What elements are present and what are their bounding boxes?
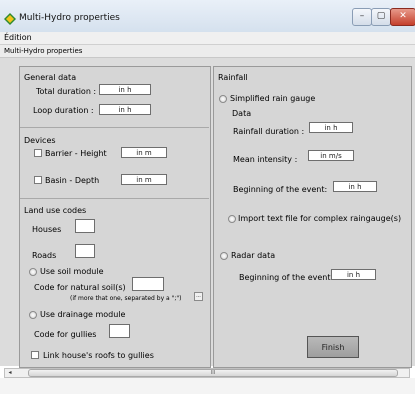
rainfall-duration-label: Rainfall duration :: [233, 127, 305, 136]
import-file-label: Import text file for complex raingauge(s…: [238, 214, 402, 223]
mean-intensity-label: Mean intensity :: [233, 155, 298, 164]
scroll-left-arrow-icon[interactable]: ◂: [5, 369, 15, 377]
link-roofs-checkbox[interactable]: [31, 351, 39, 359]
bottom-strip: [0, 378, 415, 394]
houses-label: Houses: [32, 225, 62, 234]
app-icon: [4, 13, 16, 25]
section-divider: [20, 198, 209, 199]
scrollbar-thumb[interactable]: III: [28, 369, 398, 377]
natural-soil-label: Code for natural soil(s): [34, 283, 126, 292]
soil-module-label: Use soil module: [40, 267, 104, 276]
beginning-event-label: Beginning of the event:: [233, 185, 328, 194]
loop-duration-label: Loop duration :: [33, 106, 94, 115]
close-button[interactable]: ✕: [390, 8, 415, 26]
houses-input[interactable]: [75, 219, 95, 233]
drainage-module-radio[interactable]: [29, 311, 37, 319]
radar-data-label: Radar data: [231, 251, 276, 260]
window-title: Multi-Hydro properties: [19, 13, 120, 23]
barrier-checkbox[interactable]: [34, 149, 42, 157]
rainfall-duration-input[interactable]: in h: [309, 122, 353, 133]
natural-soil-input[interactable]: [132, 277, 164, 291]
minimize-button[interactable]: –: [352, 8, 372, 26]
land-use-title: Land use codes: [24, 206, 87, 215]
roads-label: Roads: [32, 251, 57, 260]
basin-label: Basin - Depth: [45, 176, 100, 185]
basin-depth-input[interactable]: in m: [121, 174, 167, 185]
link-roofs-label: Link house's roofs to gullies: [43, 351, 154, 360]
section-divider: [20, 127, 209, 128]
separator-note: (if more that one, separated by a ";"): [70, 295, 182, 302]
menu-item-edition[interactable]: Édition: [4, 33, 32, 42]
finish-button[interactable]: Finish: [307, 336, 359, 358]
radar-beginning-label: Beginning of the event:: [239, 273, 334, 282]
total-duration-label: Total duration :: [36, 87, 97, 96]
simplified-gauge-radio[interactable]: [219, 95, 227, 103]
radar-data-radio[interactable]: [220, 252, 228, 260]
data-label: Data: [232, 109, 252, 118]
basin-checkbox[interactable]: [34, 176, 42, 184]
gullies-label: Code for gullies: [34, 330, 97, 339]
menu-bar: [0, 32, 415, 45]
barrier-label: Barrier - Height: [45, 149, 107, 158]
barrier-height-input[interactable]: in m: [121, 147, 167, 158]
simplified-gauge-label: Simplified rain gauge: [230, 94, 316, 103]
devices-title: Devices: [24, 136, 56, 145]
general-data-title: General data: [24, 73, 77, 82]
radar-beginning-input[interactable]: in h: [331, 269, 376, 280]
total-duration-input[interactable]: in h: [99, 84, 151, 95]
browse-button[interactable]: ...: [194, 292, 203, 301]
import-file-radio[interactable]: [228, 215, 236, 223]
drainage-module-label: Use drainage module: [40, 310, 126, 319]
gullies-input[interactable]: [109, 324, 130, 338]
roads-input[interactable]: [75, 244, 95, 258]
mean-intensity-input[interactable]: in m/s: [308, 150, 354, 161]
loop-duration-input[interactable]: in h: [99, 104, 151, 115]
maximize-button[interactable]: ▢: [371, 8, 391, 26]
rainfall-title: Rainfall: [218, 73, 248, 82]
soil-module-radio[interactable]: [29, 268, 37, 276]
tab-multi-hydro-properties[interactable]: Multi-Hydro properties: [4, 47, 82, 55]
beginning-event-input[interactable]: in h: [333, 181, 377, 192]
